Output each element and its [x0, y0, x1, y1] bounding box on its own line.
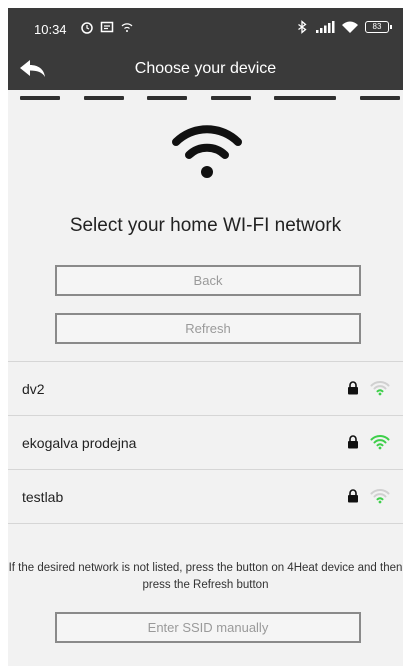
alarm-icon — [81, 22, 93, 34]
wifi-signal-weak-icon — [370, 489, 390, 504]
network-row[interactable]: ekogalva prodejna — [8, 416, 403, 470]
wifi-signal-weak-icon — [370, 381, 390, 396]
page-title: Choose your device — [134, 60, 277, 77]
bluetooth-icon — [298, 20, 307, 34]
lock-icon — [348, 381, 358, 395]
wifi-status-small-icon — [121, 23, 133, 32]
enter-ssid-manually-button[interactable]: Enter SSID manually — [55, 612, 361, 643]
message-icon — [100, 21, 114, 33]
wifi-icon — [172, 125, 242, 178]
status-time: 10:34 — [34, 22, 67, 37]
refresh-button[interactable]: Refresh — [55, 313, 361, 344]
progress-step — [274, 96, 337, 100]
wifi-signal-strong-icon — [370, 435, 390, 450]
network-list: dv2 ekogalva prodejna testlab — [8, 361, 403, 524]
lock-icon — [348, 435, 358, 449]
wifi-status-icon — [342, 21, 358, 33]
back-button[interactable]: Back — [55, 265, 361, 296]
help-text: If the desired network is not listed, pr… — [8, 562, 403, 591]
app-bar: Choose your device — [8, 48, 403, 90]
app-frame: 10:34 83 Choose your device Select your — [8, 8, 403, 666]
network-row[interactable]: testlab — [8, 470, 403, 524]
cellular-signal-icon — [316, 21, 335, 33]
network-name: ekogalva prodejna — [22, 435, 137, 451]
progress-step — [83, 96, 124, 100]
battery-icon: 83 — [365, 21, 392, 33]
progress-step — [210, 96, 251, 100]
progress-step — [20, 96, 60, 100]
network-name: dv2 — [22, 381, 45, 397]
progress-step — [359, 96, 400, 100]
network-name: testlab — [22, 489, 64, 505]
status-bar: 10:34 83 — [8, 8, 403, 48]
step-progress — [20, 96, 400, 102]
lock-icon — [348, 489, 358, 503]
network-row[interactable]: dv2 — [8, 362, 403, 416]
progress-step — [147, 96, 188, 100]
section-heading: Select your home WI-FI network — [69, 215, 342, 236]
